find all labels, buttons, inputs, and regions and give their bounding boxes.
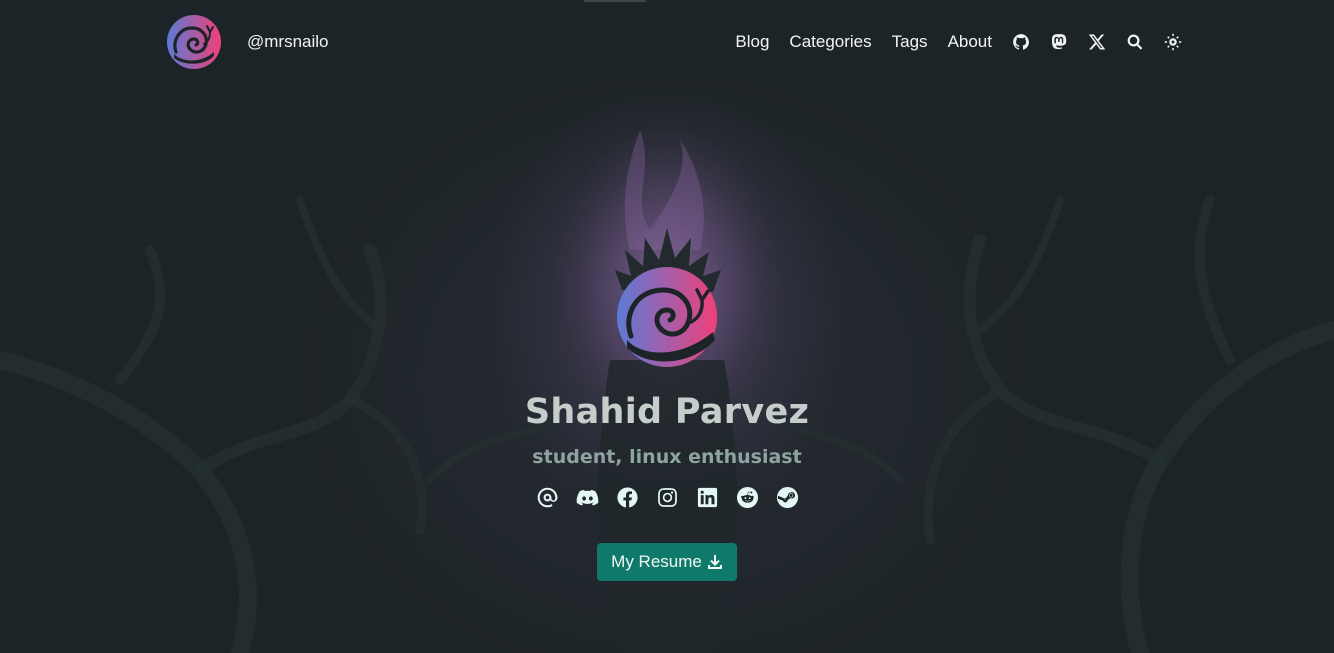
- hero-subtitle: student, linux enthusiast: [532, 446, 802, 468]
- page: @mrsnailo Blog Categories Tags About Sha…: [0, 0, 1334, 653]
- nav-blog[interactable]: Blog: [735, 32, 769, 52]
- brand-name: @mrsnailo: [247, 32, 329, 51]
- facebook-icon[interactable]: [615, 485, 639, 509]
- resume-label: My Resume: [611, 552, 702, 571]
- theme-toggle-icon[interactable]: [1164, 33, 1182, 51]
- nav-about[interactable]: About: [948, 32, 992, 52]
- site-header: @mrsnailo Blog Categories Tags About: [0, 0, 1334, 84]
- discord-icon[interactable]: [575, 485, 599, 509]
- nav-tags[interactable]: Tags: [892, 32, 928, 52]
- email-icon[interactable]: [535, 485, 559, 509]
- resume-button[interactable]: My Resume: [597, 543, 737, 581]
- steam-icon[interactable]: [775, 485, 799, 509]
- search-icon[interactable]: [1126, 33, 1144, 51]
- avatar: [615, 228, 721, 367]
- mastodon-icon[interactable]: [1050, 33, 1068, 51]
- x-icon[interactable]: [1088, 33, 1106, 51]
- instagram-icon[interactable]: [655, 485, 679, 509]
- linkedin-icon[interactable]: [695, 485, 719, 509]
- hero-name: Shahid Parvez: [524, 392, 810, 432]
- download-icon: [707, 554, 723, 570]
- brand-link[interactable]: @mrsnailo: [166, 14, 329, 70]
- github-icon[interactable]: [1012, 33, 1030, 51]
- social-links: [535, 484, 799, 510]
- top-progress-line: [584, 0, 646, 2]
- nav-categories[interactable]: Categories: [789, 32, 871, 52]
- reddit-icon[interactable]: [735, 485, 759, 509]
- snail-logo-icon: [167, 15, 221, 69]
- main-nav: Blog Categories Tags About: [735, 24, 1182, 60]
